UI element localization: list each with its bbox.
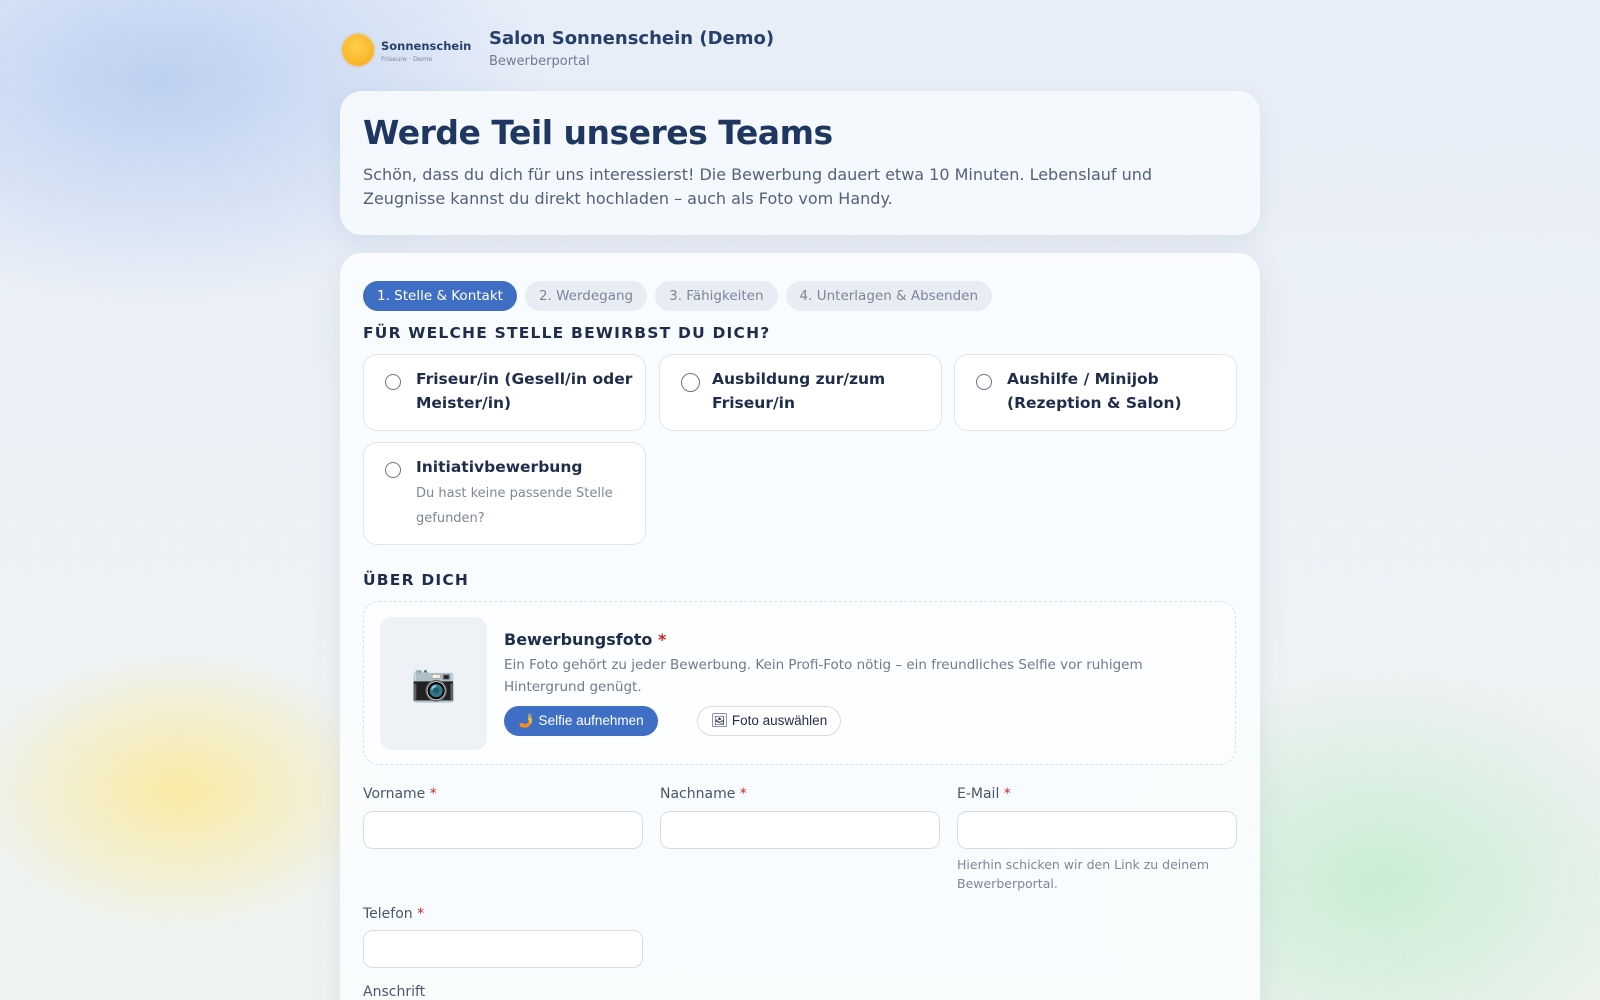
phone-field[interactable]	[363, 930, 643, 968]
email-label-text: E-Mail	[957, 786, 1000, 802]
required-marker: *	[417, 906, 425, 922]
step-tab-documents[interactable]: 4. Unterlagen & Absenden	[785, 281, 992, 311]
first-name-field[interactable]	[363, 811, 643, 849]
address-label: Anschrift	[363, 984, 426, 1000]
intro-text: Schön, dass du dich für uns interessiers…	[363, 165, 1153, 208]
radio-button[interactable]	[976, 374, 992, 390]
salon-logo[interactable]: Sonnenschein Friseure · Demo	[340, 30, 471, 70]
photo-upload: 📷 Bewerbungsfoto * Ein Foto gehört zu je…	[363, 601, 1236, 765]
required-marker: *	[429, 786, 437, 802]
radio-button[interactable]	[385, 462, 401, 478]
position-option-initiative[interactable]: Initiativbewerbung Du hast keine passend…	[363, 442, 646, 545]
choose-photo-button[interactable]: 🖼 Foto auswählen	[697, 706, 842, 736]
radio-button[interactable]	[385, 374, 401, 390]
step-tabs: 1. Stelle & Kontakt 2. Werdegang 3. Fähi…	[363, 281, 992, 311]
app-header: Sonnenschein Friseure · Demo Salon Sonne…	[340, 28, 1260, 72]
email-hint: Hierhin schicken wir den Link zu deinem …	[957, 857, 1210, 891]
option-label: Aushilfe / Minijob (Rezeption & Salon)	[1007, 370, 1182, 412]
salon-title: Salon Sonnenschein (Demo)	[489, 28, 775, 49]
page-title: Werde Teil unseres Teams	[363, 113, 833, 152]
position-option-apprenticeship[interactable]: Ausbildung zur/zum Friseur/in	[659, 354, 942, 431]
required-marker: *	[739, 786, 747, 802]
application-form: 1. Stelle & Kontakt 2. Werdegang 3. Fähi…	[340, 253, 1260, 1000]
position-option-hairdresser[interactable]: Friseur/in (Gesell/in oder Meister/in)	[363, 354, 646, 431]
take-selfie-button[interactable]: 🤳 Selfie aufnehmen	[504, 706, 658, 736]
logo-subtitle: Friseure · Demo	[381, 55, 433, 63]
required-marker: *	[657, 630, 667, 649]
last-name-label-text: Nachname	[660, 786, 736, 802]
portal-subtitle: Bewerberportal	[489, 54, 590, 69]
step-tab-skills[interactable]: 3. Fähigkeiten	[655, 281, 778, 311]
option-label: Initiativbewerbung	[416, 458, 583, 476]
option-description: Du hast keine passende Stelle gefunden?	[416, 486, 613, 526]
step-tab-career[interactable]: 2. Werdegang	[524, 281, 648, 311]
first-name-label-text: Vorname	[363, 786, 426, 802]
photo-help-text: Ein Foto gehört zu jeder Bewerbung. Kein…	[504, 657, 1143, 695]
email-field[interactable]	[957, 811, 1237, 849]
logo-name: Sonnenschein	[381, 39, 472, 53]
photo-title-text: Bewerbungsfoto	[504, 630, 653, 649]
option-label: Friseur/in (Gesell/in oder Meister/in)	[416, 370, 633, 412]
photo-title: Bewerbungsfoto *	[504, 630, 666, 649]
last-name-label: Nachname *	[660, 786, 747, 802]
email-label: E-Mail *	[957, 786, 1011, 802]
sun-icon	[342, 34, 374, 66]
last-name-field[interactable]	[660, 811, 940, 849]
option-label: Ausbildung zur/zum Friseur/in	[712, 370, 886, 412]
position-section-title: FÜR WELCHE STELLE BEWIRBST DU DICH?	[363, 324, 771, 342]
phone-label: Telefon *	[363, 906, 424, 922]
camera-icon[interactable]: 📷	[380, 617, 487, 750]
first-name-label: Vorname *	[363, 786, 437, 802]
phone-label-text: Telefon	[363, 906, 413, 922]
radio-button[interactable]	[681, 373, 700, 392]
position-option-minijob[interactable]: Aushilfe / Minijob (Rezeption & Salon)	[954, 354, 1237, 431]
step-tab-contact[interactable]: 1. Stelle & Kontakt	[363, 281, 517, 311]
required-marker: *	[1003, 786, 1011, 802]
intro-card: Werde Teil unseres Teams Schön, dass du …	[340, 91, 1260, 235]
about-section-title: ÜBER DICH	[363, 571, 470, 589]
